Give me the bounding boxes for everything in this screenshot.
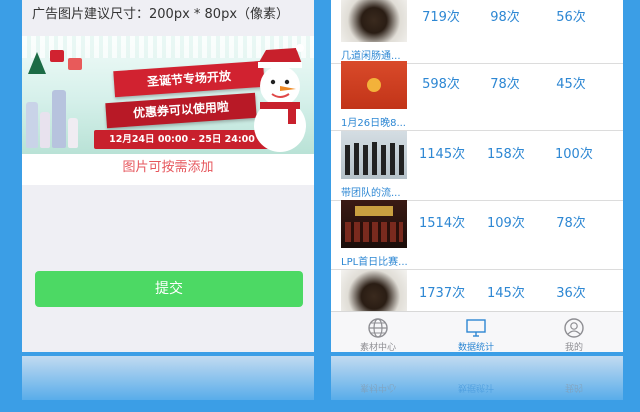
item-title: 几道闲肠通... bbox=[341, 51, 401, 62]
submit-button[interactable]: 提交 bbox=[35, 271, 303, 307]
user-icon bbox=[564, 318, 584, 338]
list-item[interactable]: 598次 78次 45次 1月26日晚8... bbox=[331, 61, 623, 131]
stat-value: 45次 bbox=[556, 77, 586, 92]
globe-icon bbox=[368, 318, 388, 338]
data-statistics-screen: 719次 98次 56次 几道闲肠通... 598次 78次 45次 1月26日… bbox=[331, 0, 623, 352]
lpl-event-thumbnail bbox=[341, 200, 407, 248]
snowman-icon bbox=[254, 44, 306, 152]
ad-upload-screen: 广告图片建议尺寸：200px * 80px（像素） 圣诞节专场开放 优惠券可以使… bbox=[22, 0, 314, 352]
stat-value: 1737次 bbox=[419, 286, 466, 301]
red-envelope-thumbnail bbox=[341, 61, 407, 109]
stat-value: 1514次 bbox=[419, 216, 466, 231]
cosmetics-products-image bbox=[22, 44, 92, 154]
christmas-ad-banner[interactable]: 圣诞节专场开放 优惠券可以使用啦 12月24日 00:00 - 25日 24:0… bbox=[22, 36, 314, 154]
reflection-label: 素材中心 bbox=[359, 382, 396, 392]
reflection-label: 我的 bbox=[564, 382, 583, 392]
monitor-icon bbox=[466, 319, 486, 337]
stat-value: 598次 bbox=[422, 77, 460, 92]
add-image-note: 图片可按需添加 bbox=[22, 154, 314, 185]
item-title: 带团队的流... bbox=[341, 188, 401, 199]
tab-statistics[interactable]: 数据统计 bbox=[441, 314, 511, 352]
stat-value: 98次 bbox=[490, 10, 520, 25]
tab-label: 数据统计 bbox=[457, 343, 494, 352]
reflection-label: 数据统计 bbox=[457, 382, 494, 392]
list-item[interactable]: 1514次 109次 78次 LPL首日比赛... bbox=[331, 200, 623, 270]
stat-value: 100次 bbox=[555, 147, 593, 162]
stat-value: 78次 bbox=[490, 77, 520, 92]
banner-subline: 优惠券可以使用啦 bbox=[105, 92, 257, 129]
tab-label: 我的 bbox=[564, 343, 583, 352]
banner-headline: 圣诞节专场开放 bbox=[113, 60, 265, 98]
tab-materials[interactable]: 素材中心 bbox=[343, 314, 413, 352]
tab-profile[interactable]: 我的 bbox=[539, 314, 609, 352]
stat-value: 145次 bbox=[487, 286, 525, 301]
list-item[interactable]: 1145次 158次 100次 带团队的流... bbox=[331, 131, 623, 201]
stat-value: 158次 bbox=[487, 147, 525, 162]
stat-value: 719次 bbox=[422, 10, 460, 25]
stat-value: 56次 bbox=[556, 10, 586, 25]
stat-value: 36次 bbox=[556, 286, 586, 301]
ad-size-hint: 广告图片建议尺寸：200px * 80px（像素） bbox=[32, 7, 290, 22]
stat-value: 78次 bbox=[556, 216, 586, 231]
item-title: LPL首日比赛... bbox=[341, 257, 408, 268]
food-thumbnail bbox=[341, 0, 407, 42]
list-item[interactable]: 719次 98次 56次 几道闲肠通... bbox=[331, 0, 623, 64]
stat-value: 1145次 bbox=[419, 147, 466, 162]
tab-label: 素材中心 bbox=[359, 343, 396, 352]
left-panel-reflection bbox=[22, 356, 314, 400]
stat-value: 109次 bbox=[487, 216, 525, 231]
bottom-tab-bar: 素材中心 数据统计 我的 bbox=[331, 311, 623, 352]
right-panel-reflection: 素材中心 数据统计 我的 bbox=[331, 356, 623, 400]
item-title: 1月26日晚8... bbox=[341, 118, 406, 129]
team-photo-thumbnail bbox=[341, 131, 407, 179]
